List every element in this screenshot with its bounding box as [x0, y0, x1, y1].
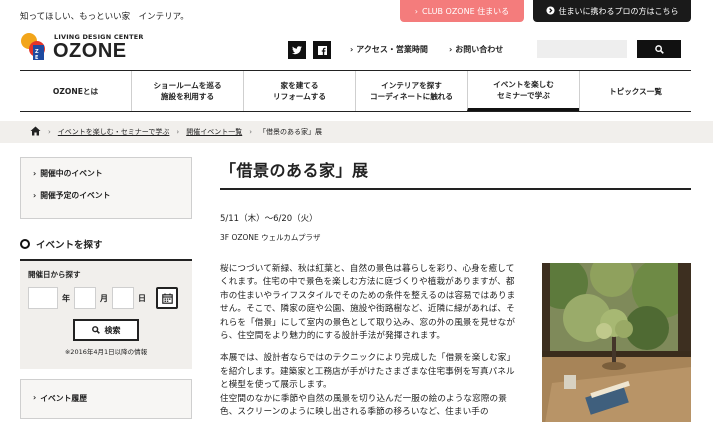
event-history-link[interactable]: › イベント履歴 — [20, 379, 192, 419]
nav-label: イベントを楽しむ — [493, 79, 554, 89]
event-history-label: イベント履歴 — [40, 394, 87, 403]
event-photo — [542, 263, 691, 422]
description-paragraph: 本展では、設計者ならではのテクニックにより完成した「借景を楽しむ家」を紹介します… — [220, 353, 516, 391]
chevron-right-icon: › — [33, 169, 37, 178]
chevron-right-icon: › — [33, 191, 37, 200]
chevron-right-icon: › — [350, 45, 354, 54]
chevron-right-icon: › — [48, 128, 51, 136]
date-search-label: 開催日から探す — [28, 270, 81, 279]
home-icon[interactable] — [30, 126, 41, 138]
search-button[interactable] — [637, 40, 681, 58]
event-search-label: 検索 — [104, 325, 121, 335]
page-title: 「借景のある家」展 — [220, 157, 691, 190]
upcoming-events-label: 開催予定のイベント — [40, 191, 111, 200]
nav-label: コーディネートに触れる — [370, 92, 453, 101]
breadcrumb-events[interactable]: イベントを楽しむ・セミナーで学ぶ — [58, 127, 170, 137]
event-description: 桜につづいて新緑、秋は紅葉と、自然の景色は暮らしを彩り、心身を癒してくれます。住… — [220, 263, 691, 422]
date-input-row: 年 月 日 — [28, 287, 184, 309]
chevron-right-icon: › — [249, 128, 253, 136]
club-ozone-label: CLUB OZONE 住まいる — [422, 6, 510, 16]
main-content: 「借景のある家」展 5/11（木）〜6/20（火） 3F OZONE ウェルカム… — [220, 157, 691, 422]
contact-link[interactable]: › お問い合わせ — [449, 44, 503, 55]
ozone-logo-mark-icon: Z E — [21, 33, 45, 61]
nav-label: リフォームする — [273, 92, 326, 101]
date-range-note: ※2016年4月1日以降の情報 — [64, 348, 148, 356]
breadcrumb-current: 「借景のある家」展 — [259, 128, 323, 136]
contact-label: お問い合わせ — [455, 45, 504, 54]
nav-label: インテリアを探す — [381, 81, 442, 90]
nav-label: トピックス一覧 — [609, 86, 662, 96]
chevron-right-icon: › — [176, 128, 180, 136]
nav-item-topics[interactable]: トピックス一覧 — [579, 71, 691, 111]
description-paragraph: 桜につづいて新緑、秋は紅葉と、自然の景色は暮らしを彩り、心身を癒してくれます。住… — [220, 264, 516, 342]
access-hours-label: アクセス・営業時間 — [356, 45, 428, 54]
calendar-button[interactable] — [156, 287, 178, 309]
facebook-button[interactable] — [313, 41, 331, 59]
nav-item-interior[interactable]: インテリアを探すコーディネートに触れる — [355, 71, 467, 111]
breadcrumb-event-list[interactable]: 開催イベント一覧 — [186, 127, 242, 137]
search-icon — [91, 326, 100, 334]
find-events-title: イベントを探す — [36, 240, 103, 251]
main-navigation: OZONEとは ショールームを巡る 施設を利用する 家を建てるリフォームする イン… — [20, 70, 691, 112]
current-events-link[interactable]: › 開催中のイベント — [33, 168, 181, 179]
month-field[interactable] — [74, 287, 96, 309]
event-search-form: 開催日から探す 年 月 日 検索 ※2016年4月1日以降の情報 — [20, 259, 192, 369]
chevron-right-icon: › — [414, 6, 418, 16]
nav-label: セミナーで学ぶ — [497, 90, 550, 100]
site-tagline: 知ってほしい、もっといい家 インテリア。 — [20, 12, 189, 22]
sidebar: › 開催中のイベント › 開催予定のイベント イベントを探す 開催日から探す 年… — [20, 157, 192, 419]
pro-users-button[interactable]: 住まいに携わるプロの方はこちら — [533, 0, 691, 22]
description-paragraph: 住空間のなかに季節や自然の風景を切り込んだ一服の絵のような窓際の景色、スクリーン… — [220, 393, 507, 418]
find-events-heading: イベントを探す — [20, 237, 192, 251]
circle-arrow-icon — [545, 5, 555, 17]
calendar-icon — [161, 293, 173, 304]
nav-item-about[interactable]: OZONEとは — [20, 71, 131, 111]
nav-item-events[interactable]: イベントを楽しむ セミナーで学ぶ — [467, 71, 579, 111]
event-search-button[interactable]: 検索 — [73, 319, 139, 341]
svg-text:E: E — [35, 55, 39, 61]
year-field[interactable] — [28, 287, 58, 309]
month-unit: 月 — [100, 293, 108, 303]
nav-label: ショールームを巡る — [153, 81, 222, 90]
pro-users-label: 住まいに携わるプロの方はこちら — [558, 6, 679, 16]
current-events-label: 開催中のイベント — [40, 169, 103, 178]
nav-item-build[interactable]: 家を建てるリフォームする — [243, 71, 355, 111]
breadcrumb: › イベントを楽しむ・セミナーで学ぶ › 開催イベント一覧 › 「借景のある家」… — [0, 121, 713, 143]
chevron-right-icon: › — [33, 393, 37, 402]
event-venue: 3F OZONE ウェルカムプラザ — [220, 233, 321, 242]
upcoming-events-link[interactable]: › 開催予定のイベント — [33, 190, 181, 201]
day-field[interactable] — [112, 287, 134, 309]
facebook-icon — [317, 45, 327, 55]
twitter-button[interactable] — [288, 41, 306, 59]
event-dates: 5/11（木）〜6/20（火） — [220, 214, 318, 224]
event-status-links: › 開催中のイベント › 開催予定のイベント — [20, 157, 192, 219]
ozone-logo[interactable]: Z E LIVING DESIGN CENTER OZONE — [20, 32, 150, 66]
nav-item-showroom[interactable]: ショールームを巡る 施設を利用する — [131, 71, 243, 111]
search-input[interactable] — [537, 40, 627, 58]
logo-wordmark: OZONE — [53, 40, 127, 62]
search-icon — [654, 44, 664, 54]
day-unit: 日 — [138, 293, 146, 303]
chevron-right-icon: › — [449, 45, 453, 54]
nav-label: 施設を利用する — [160, 92, 215, 101]
circle-bullet-icon — [20, 239, 30, 249]
twitter-icon — [292, 45, 302, 54]
nav-label: 家を建てる — [280, 81, 319, 90]
club-ozone-button[interactable]: › CLUB OZONE 住まいる — [400, 0, 524, 22]
nav-label: OZONEとは — [52, 86, 99, 96]
access-hours-link[interactable]: › アクセス・営業時間 — [350, 44, 428, 55]
year-unit: 年 — [62, 293, 70, 303]
